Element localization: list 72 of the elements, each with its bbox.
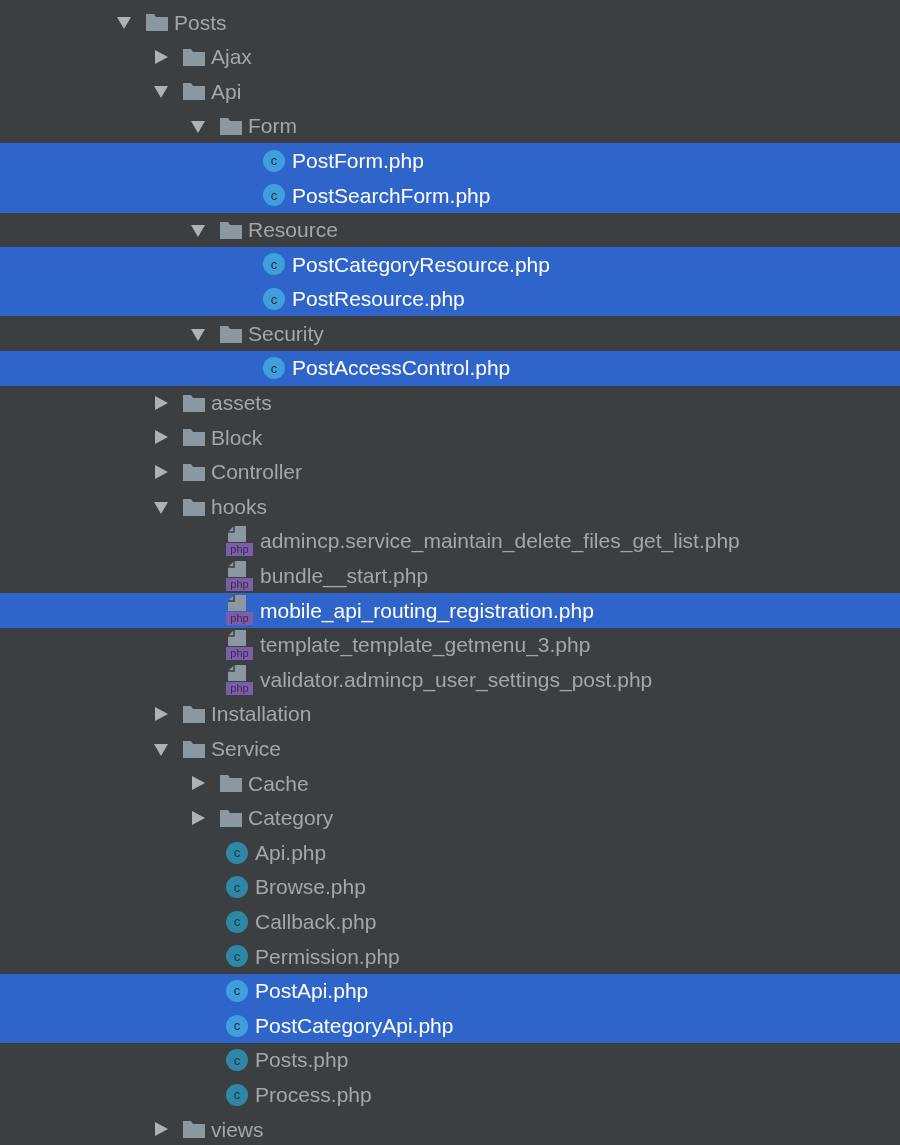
folder-icon — [182, 496, 206, 517]
tree-item[interactable]: c PostAccessControl.php — [0, 350, 900, 386]
collapse-arrow-icon[interactable] — [190, 118, 206, 135]
folder-icon — [219, 773, 243, 794]
tree-item[interactable]: php mobile_api_routing_registration.php — [0, 593, 900, 628]
tree-item[interactable]: assets — [0, 385, 900, 421]
tree-item[interactable]: c Process.php — [0, 1077, 900, 1112]
tree-item[interactable]: Posts — [0, 5, 900, 40]
class-icon: c — [226, 979, 248, 1002]
expand-arrow-icon[interactable] — [153, 48, 169, 65]
folder-icon — [182, 427, 206, 448]
class-icon: c — [226, 945, 248, 968]
tree-item[interactable]: Controller — [0, 454, 900, 490]
tree-item[interactable]: c PostCategoryApi.php — [0, 1008, 900, 1043]
tree-item[interactable]: c Permission.php — [0, 939, 900, 974]
tree-item[interactable]: c PostForm.php — [0, 143, 900, 178]
folder-icon — [182, 392, 206, 413]
expand-arrow-icon[interactable] — [153, 706, 169, 723]
class-icon: c — [263, 253, 285, 276]
folder-icon — [219, 807, 243, 828]
tree-item[interactable]: c Api.php — [0, 835, 900, 870]
class-icon: c — [263, 184, 285, 207]
class-icon: c — [263, 288, 285, 311]
tree-item[interactable]: Form — [0, 108, 900, 144]
class-icon: c — [263, 357, 285, 380]
tree-item[interactable]: c PostResource.php — [0, 281, 900, 317]
expand-arrow-icon[interactable] — [153, 394, 169, 411]
tree-item[interactable]: php bundle__start.php — [0, 558, 900, 594]
folder-icon — [182, 46, 206, 67]
tree-item[interactable]: c Callback.php — [0, 904, 900, 940]
tree-item[interactable]: php template_template_getmenu_3.php — [0, 627, 900, 663]
tree-item[interactable]: Installation — [0, 696, 900, 732]
tree-item[interactable]: hooks — [0, 489, 900, 524]
tree-item[interactable]: php validator.admincp_user_settings_post.php — [0, 662, 900, 697]
collapse-arrow-icon[interactable] — [153, 83, 169, 100]
tree-item[interactable]: Cache — [0, 766, 900, 801]
tree-item[interactable]: Security — [0, 316, 900, 351]
folder-icon — [219, 219, 243, 240]
folder-icon — [219, 116, 243, 137]
tree-item[interactable]: views — [0, 1112, 900, 1145]
tree-item[interactable]: Category — [0, 800, 900, 836]
folder-icon — [219, 323, 243, 344]
tree-item[interactable]: Api — [0, 74, 900, 109]
tree-item[interactable]: c PostCategoryResource.php — [0, 247, 900, 282]
tree-item[interactable]: c PostApi.php — [0, 973, 900, 1009]
folder-icon — [182, 1119, 206, 1140]
tree-item[interactable]: php admincp.service_maintain_delete_files_get_list.php — [0, 523, 900, 559]
class-icon: c — [226, 1083, 248, 1106]
tree-item[interactable]: c PostSearchForm.php — [0, 177, 900, 213]
class-icon: c — [263, 149, 285, 172]
folder-icon — [182, 462, 206, 482]
tree-item[interactable]: c Posts.php — [0, 1042, 900, 1078]
expand-arrow-icon[interactable] — [153, 429, 169, 446]
expand-arrow-icon[interactable] — [153, 464, 169, 480]
expand-arrow-icon[interactable] — [153, 1121, 169, 1138]
collapse-arrow-icon[interactable] — [116, 14, 132, 31]
class-icon: c — [226, 910, 248, 933]
folder-icon — [182, 704, 206, 725]
tree-item[interactable]: Service — [0, 731, 900, 767]
tree-item[interactable]: Block — [0, 420, 900, 455]
expand-arrow-icon[interactable] — [190, 809, 206, 826]
tree-item[interactable]: Ajax — [0, 39, 900, 75]
expand-arrow-icon[interactable] — [190, 775, 206, 792]
tree-item[interactable]: c Browse.php — [0, 869, 900, 905]
class-icon: c — [226, 1014, 248, 1037]
tree-item[interactable]: Resource — [0, 212, 900, 248]
folder-icon — [145, 12, 169, 33]
class-icon: c — [226, 1049, 248, 1072]
folder-icon — [182, 81, 206, 102]
folder-icon — [182, 738, 206, 759]
class-icon: c — [226, 841, 248, 864]
class-icon: c — [226, 876, 248, 899]
